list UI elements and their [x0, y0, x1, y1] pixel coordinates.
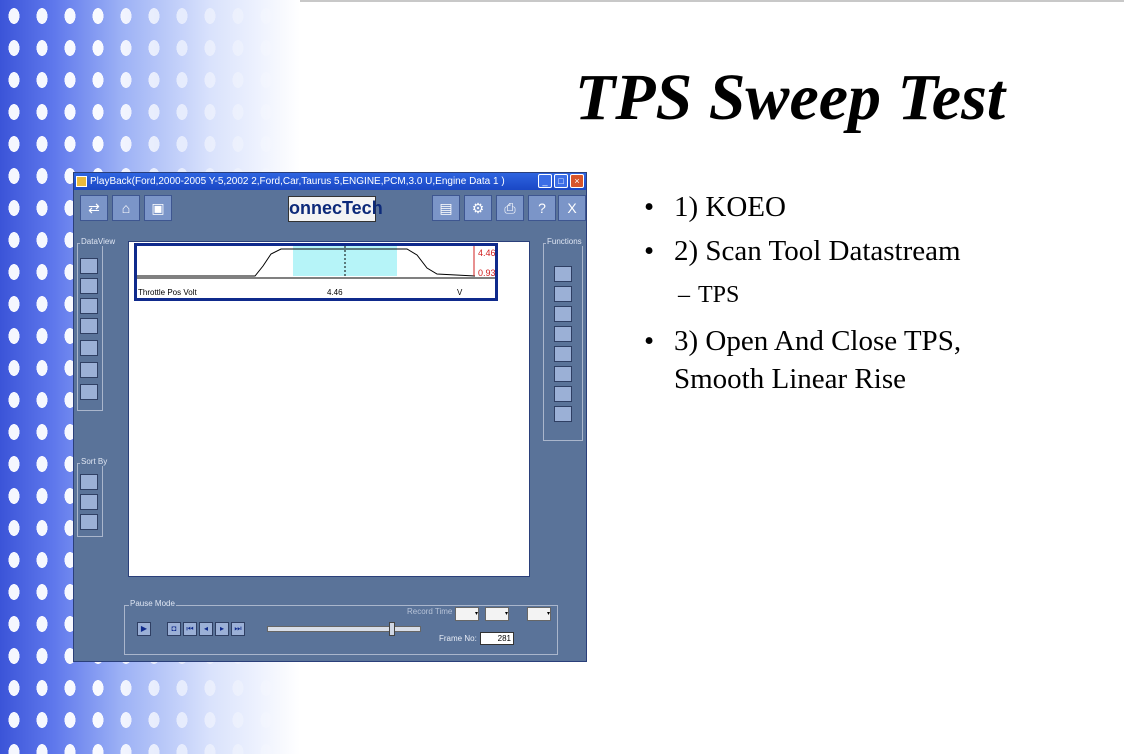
dtcs-icon: ▣ [151, 200, 165, 216]
record-time-label: Record Time [407, 607, 453, 616]
window-title: PlayBack(Ford,2000-2005 Y-5,2002 2,Ford,… [90, 176, 505, 187]
bullet-list: 1) KOEO 2) Scan Tool Datastream TPS 3) O… [640, 188, 970, 404]
function-record-icon[interactable] [554, 386, 572, 402]
function-fahrenheit-celsius-icon[interactable] [554, 306, 572, 322]
function-units-icon[interactable] [554, 286, 572, 302]
playback-slider[interactable] [267, 622, 421, 636]
sheet-icon: ▤ [439, 200, 453, 216]
record-icon: ◘ [171, 624, 177, 633]
function-export-icon[interactable] [554, 346, 572, 362]
help-button[interactable]: ? [528, 195, 556, 221]
connectech-logo: onnecTech [288, 196, 383, 222]
tools-button[interactable]: ⚙ [464, 195, 492, 221]
help-icon: ? [538, 200, 546, 216]
printer-icon: ⎙ [504, 200, 516, 216]
next-frame-button[interactable]: ▸ [215, 622, 229, 636]
close-window-button[interactable]: × [570, 174, 584, 188]
last-frame-icon: ⏭ [234, 624, 242, 633]
last-frame-button[interactable]: ⏭ [231, 622, 245, 636]
window-controls: _ □ × [538, 174, 584, 188]
dataview-wave-icon[interactable] [80, 362, 98, 378]
dataview-label: DataView [80, 237, 117, 246]
prev-frame-button[interactable]: ◂ [199, 622, 213, 636]
tools-icon: ⚙ [471, 200, 485, 216]
functions-group: Functions [543, 237, 583, 441]
record-time-seconds[interactable]: ▾ [527, 607, 551, 621]
play-icon: ▶ [140, 624, 148, 633]
data-display-area: 4.46 0.93 Throttle Pos Volt 4.46 V [128, 241, 530, 577]
frame-number-input[interactable]: 281 [480, 632, 514, 645]
dataview-multi-graph-icon[interactable] [80, 318, 98, 334]
function-select-icon[interactable] [554, 266, 572, 282]
vehicle-connect-button[interactable]: ⇄ [80, 195, 108, 221]
dataview-list-icon[interactable] [80, 278, 98, 294]
app-icon [76, 176, 87, 187]
maximize-button[interactable]: □ [554, 174, 568, 188]
dtcs-button[interactable]: ▣ [144, 195, 172, 221]
window-titlebar[interactable]: PlayBack(Ford,2000-2005 Y-5,2002 2,Ford,… [74, 173, 586, 190]
minimize-button[interactable]: _ [538, 174, 552, 188]
playback-slider-thumb[interactable] [389, 622, 395, 636]
graph-current-value: 4.46 [327, 288, 343, 297]
frame-number-label: Frame No: [439, 634, 477, 643]
dataview-panel-icon[interactable] [80, 298, 98, 314]
sub-bullet-tps: TPS [640, 276, 970, 314]
sortby-group: Sort By [77, 457, 109, 537]
exit-button[interactable]: X [558, 195, 586, 221]
dataview-digital-icon[interactable] [80, 384, 98, 400]
first-frame-button[interactable]: ⏮ [183, 622, 197, 636]
first-frame-icon: ⏮ [186, 624, 194, 633]
sortby-label: Sort By [80, 457, 109, 466]
data-sheet-button[interactable]: ▤ [432, 195, 460, 221]
connector-icon: ⇄ [88, 200, 100, 216]
function-zoom-icon[interactable] [554, 366, 572, 382]
toolbar: ⇄ ⌂ ▣ onnecTech ▤ ⚙ ⎙ ? X [74, 191, 586, 225]
pause-mode-group: Pause Mode ▶ ◘ ⏮ ◂ ▸ ⏭ Record Time ▾ ▾ ▾… [124, 599, 558, 655]
home-button[interactable]: ⌂ [112, 195, 140, 221]
next-frame-icon: ▸ [219, 624, 224, 633]
dataview-group: DataView [77, 237, 117, 411]
sort-value-icon[interactable] [80, 494, 98, 510]
graph-parameter-label: Throttle Pos Volt [138, 288, 197, 297]
dataview-graph-icon[interactable] [80, 258, 98, 274]
slide-title: TPS Sweep Test [574, 61, 1006, 134]
bullet-1: 1) KOEO [640, 188, 970, 226]
record-time-hours[interactable]: ▾ [455, 607, 479, 621]
sort-order-icon[interactable] [80, 514, 98, 530]
sort-alpha-icon[interactable] [80, 474, 98, 490]
throttle-graph[interactable]: 4.46 0.93 Throttle Pos Volt 4.46 V [134, 243, 498, 301]
play-button[interactable]: ▶ [137, 622, 151, 636]
pause-mode-label: Pause Mode [129, 599, 176, 608]
bullet-2: 2) Scan Tool Datastream [640, 232, 970, 270]
playback-window: PlayBack(Ford,2000-2005 Y-5,2002 2,Ford,… [73, 172, 587, 662]
dataview-gauge-icon[interactable] [80, 340, 98, 356]
record-time-minutes[interactable]: ▾ [485, 607, 509, 621]
record-button[interactable]: ◘ [167, 622, 181, 636]
graph-unit: V [457, 288, 463, 297]
home-icon: ⌂ [121, 200, 131, 216]
graph-min-value: 0.93 [478, 268, 496, 278]
function-save-icon[interactable] [554, 326, 572, 342]
print-button[interactable]: ⎙ [496, 195, 524, 221]
graph-max-value: 4.46 [478, 248, 496, 258]
bullet-3: 3) Open And Close TPS, Smooth Linear Ris… [640, 322, 970, 398]
exit-icon: X [567, 200, 577, 216]
functions-label: Functions [546, 237, 583, 246]
function-trigger-icon[interactable] [554, 406, 572, 422]
prev-frame-icon: ◂ [203, 624, 208, 633]
